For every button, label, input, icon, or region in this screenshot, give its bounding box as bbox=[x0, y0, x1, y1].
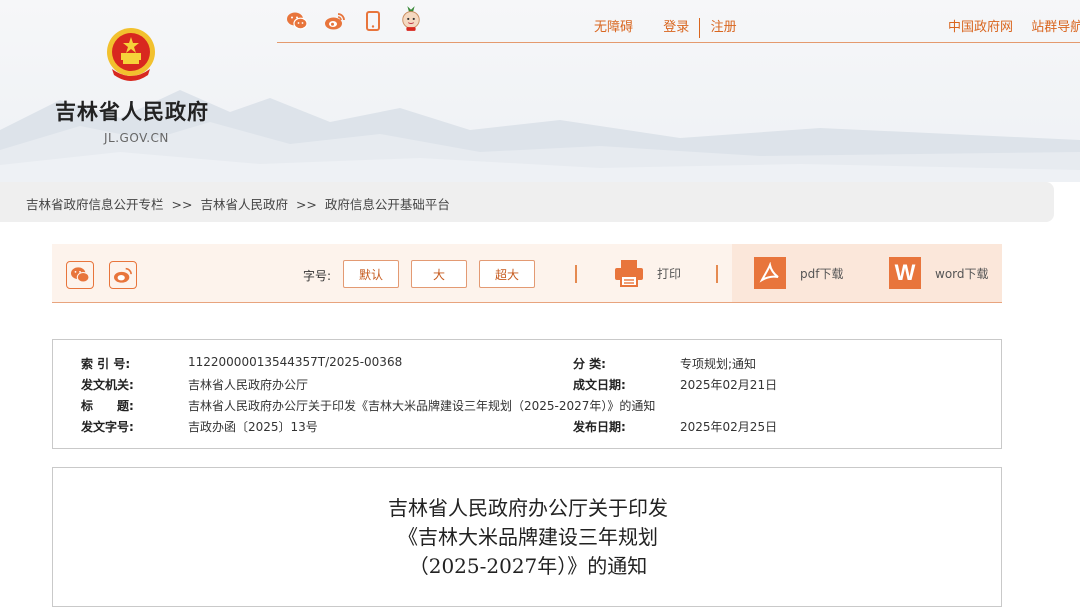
pdf-icon bbox=[754, 257, 786, 289]
meta-row: 发文字号: 吉政办函〔2025〕13号 发布日期: 2025年02月25日 bbox=[53, 418, 1003, 438]
issuer-value: 吉林省人民政府办公厅 bbox=[188, 378, 309, 392]
site-nav-link[interactable]: 站群导航 bbox=[1031, 20, 1080, 35]
gov-portal-link[interactable]: 中国政府网 bbox=[948, 20, 1013, 35]
mobile-icon[interactable] bbox=[362, 10, 384, 32]
index-label: 索 引 号: bbox=[81, 357, 131, 371]
national-emblem-icon bbox=[107, 28, 155, 81]
font-large-button[interactable]: 大 bbox=[411, 260, 467, 288]
wechat-icon[interactable] bbox=[66, 261, 94, 289]
print-label: 打印 bbox=[657, 266, 682, 281]
header-portal-links: 中国政府网 站群导航 bbox=[948, 16, 1080, 35]
date-written-value: 2025年02月21日 bbox=[680, 378, 778, 392]
font-size-label: 字号: bbox=[303, 269, 332, 283]
word-download-label: word下载 bbox=[935, 266, 989, 281]
breadcrumb-separator: >> bbox=[295, 197, 317, 212]
breadcrumb-item[interactable]: 吉林省政府信息公开专栏 bbox=[26, 197, 164, 212]
document-title: 吉林省人民政府办公厅关于印发 《吉林大米品牌建设三年规划 （2025-2027年… bbox=[53, 494, 1003, 581]
header-underline bbox=[277, 42, 1080, 43]
publish-date-value: 2025年02月25日 bbox=[680, 420, 778, 434]
index-value: 11220000013544357T/2025-00368 bbox=[188, 355, 403, 369]
doc-number-label: 发文字号: bbox=[81, 420, 134, 434]
publish-date-label: 发布日期: bbox=[573, 420, 626, 434]
weibo-icon[interactable] bbox=[324, 10, 346, 32]
document-title-line: 《吉林大米品牌建设三年规划 bbox=[398, 525, 658, 549]
category-value: 专项规划;通知 bbox=[680, 357, 757, 371]
login-link[interactable]: 登录 bbox=[663, 20, 689, 35]
meta-row: 发文机关: 吉林省人民政府办公厅 成文日期: 2025年02月21日 bbox=[53, 376, 1003, 396]
word-icon: W bbox=[889, 257, 921, 289]
meta-row: 标 题: 吉林省人民政府办公厅关于印发《吉林大米品牌建设三年规划（2025-20… bbox=[53, 397, 1003, 417]
document-body: 吉林省人民政府办公厅关于印发 《吉林大米品牌建设三年规划 （2025-2027年… bbox=[52, 467, 1002, 607]
pdf-download-label: pdf下载 bbox=[800, 266, 844, 281]
site-title[interactable]: 吉林省人民政府 bbox=[55, 96, 209, 126]
font-default-button[interactable]: 默认 bbox=[343, 260, 399, 288]
document-metadata: 索 引 号: 11220000013544357T/2025-00368 分 类… bbox=[52, 339, 1002, 449]
site-domain: JL.GOV.CN bbox=[104, 131, 169, 145]
title-value: 吉林省人民政府办公厅关于印发《吉林大米品牌建设三年规划（2025-2027年）》… bbox=[188, 399, 656, 413]
doc-number-value: 吉政办函〔2025〕13号 bbox=[188, 420, 318, 434]
pdf-download-button[interactable]: pdf下载 bbox=[754, 257, 843, 289]
issuer-label: 发文机关: bbox=[81, 378, 134, 392]
site-header: 吉林省人民政府 JL.GOV.CN 无障碍 登录 注册 中国政府网 站群导航 bbox=[0, 0, 1080, 182]
breadcrumb-item[interactable]: 吉林省人民政府 bbox=[200, 197, 288, 212]
wechat-icon[interactable] bbox=[286, 10, 308, 32]
title-label: 标 题: bbox=[81, 399, 134, 413]
breadcrumb-separator: >> bbox=[171, 197, 193, 212]
document-title-line: 吉林省人民政府办公厅关于印发 bbox=[388, 496, 668, 520]
document-title-line: （2025-2027年）》的通知 bbox=[408, 554, 648, 578]
breadcrumb-item[interactable]: 政府信息公开基础平台 bbox=[325, 197, 450, 212]
header-social-icons bbox=[286, 6, 438, 32]
register-link[interactable]: 注册 bbox=[711, 20, 737, 35]
meta-row: 索 引 号: 11220000013544357T/2025-00368 分 类… bbox=[53, 355, 1003, 375]
accessibility-link[interactable]: 无障碍 bbox=[594, 20, 633, 35]
mascot-icon[interactable] bbox=[400, 6, 422, 31]
breadcrumb-bar: 吉林省政府信息公开专栏 >> 吉林省人民政府 >> 政府信息公开基础平台 bbox=[0, 182, 1054, 222]
print-button[interactable]: 打印 bbox=[613, 258, 681, 288]
breadcrumb: 吉林省政府信息公开专栏 >> 吉林省人民政府 >> 政府信息公开基础平台 bbox=[26, 194, 450, 213]
toolbar-divider bbox=[716, 265, 718, 283]
toolbar-divider bbox=[575, 265, 577, 283]
category-label: 分 类: bbox=[573, 357, 606, 371]
divider bbox=[699, 17, 701, 38]
font-xlarge-button[interactable]: 超大 bbox=[479, 260, 535, 288]
word-download-button[interactable]: W word下载 bbox=[889, 257, 989, 289]
header-user-links: 无障碍 登录 注册 bbox=[594, 16, 737, 38]
date-written-label: 成文日期: bbox=[573, 378, 626, 392]
article-toolbar: 字号: 默认 大 超大 打印 pdf下载 W word下载 bbox=[52, 244, 1002, 303]
printer-icon bbox=[615, 260, 643, 287]
weibo-icon[interactable] bbox=[109, 261, 137, 289]
